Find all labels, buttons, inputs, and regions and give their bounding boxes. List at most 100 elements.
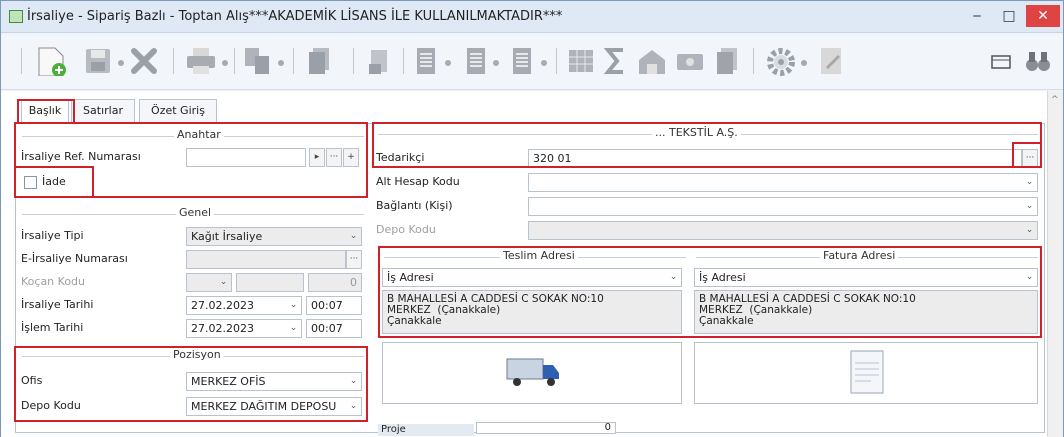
islem-tarihi-label: İşlem Tarihi bbox=[21, 321, 84, 334]
scroll-up-icon[interactable]: ^ bbox=[1051, 95, 1059, 105]
chevron-down-icon[interactable]: ⌄ bbox=[286, 320, 301, 337]
title-bar: İrsaliye - Sipariş Bazlı - Toptan Alış**… bbox=[1, 1, 1063, 33]
irsaliye-tarihi-input[interactable]: 27.02.2023 ⌄ bbox=[186, 296, 302, 315]
report-icon[interactable] bbox=[413, 46, 439, 76]
maximize-button[interactable]: □ bbox=[995, 5, 1023, 27]
invoice-image-box[interactable] bbox=[694, 342, 1038, 404]
chevron-down-icon: ⌄ bbox=[349, 231, 358, 241]
fatura-address-text[interactable]: B MAHALLESİ A CADDESİ C SOKAK NO:10 MERK… bbox=[694, 290, 1038, 334]
ofis-label: Ofis bbox=[21, 374, 43, 387]
add-icon[interactable]: + bbox=[343, 148, 359, 167]
stack-icon[interactable] bbox=[713, 46, 741, 76]
irsaliye-tarihi-label: İrsaliye Tarihi bbox=[21, 298, 94, 311]
list-icon[interactable] bbox=[463, 46, 489, 76]
chevron-down-icon: ⌄ bbox=[219, 277, 228, 287]
chevron-down-icon: ⌄ bbox=[349, 401, 358, 411]
fatura-title: Fatura Adresi bbox=[820, 249, 899, 262]
grid-icon[interactable] bbox=[567, 46, 595, 76]
iade-label: İade bbox=[42, 175, 66, 188]
window-app-icon bbox=[9, 10, 23, 23]
tedarikci-input[interactable]: 320 01 bbox=[528, 149, 1022, 168]
application-window: İrsaliye - Sipariş Bazlı - Toptan Alış**… bbox=[0, 0, 1064, 437]
irsaliye-tarihi-value: 27.02.2023 bbox=[191, 299, 254, 312]
genel-title: Genel bbox=[176, 206, 215, 219]
toolbar-separator bbox=[556, 48, 557, 74]
fatura-type-select[interactable]: İş Adresi ⌄ bbox=[694, 268, 1038, 287]
e-irsaliye-input[interactable] bbox=[186, 250, 346, 269]
teslim-address-text[interactable]: B MAHALLESİ A CADDESİ C SOKAK NO:10 MERK… bbox=[382, 290, 682, 334]
window-layout-icon[interactable] bbox=[989, 46, 1013, 76]
money-icon[interactable] bbox=[675, 46, 705, 76]
teslim-type-select[interactable]: İş Adresi ⌄ bbox=[382, 268, 682, 287]
islem-tarihi-input[interactable]: 27.02.2023 ⌄ bbox=[186, 319, 302, 338]
toolbar bbox=[1, 34, 1063, 90]
iade-checkbox[interactable] bbox=[24, 176, 37, 189]
warehouse-icon[interactable] bbox=[637, 46, 667, 76]
print-dropdown-icon[interactable] bbox=[222, 60, 228, 66]
settings-gear-icon[interactable] bbox=[765, 46, 797, 76]
alt-hesap-label: Alt Hesap Kodu bbox=[376, 175, 460, 188]
tedarikci-label: Tedarikçi bbox=[376, 151, 425, 164]
close-button[interactable]: ✕ bbox=[1026, 5, 1060, 27]
baglanti-label: Bağlantı (Kişi) bbox=[376, 199, 453, 212]
teslim-type-value: İş Adresi bbox=[387, 271, 434, 284]
ofis-select[interactable]: MERKEZ OFİS ⌄ bbox=[186, 372, 362, 391]
kocan-kodu-select: ⌄ bbox=[186, 273, 232, 292]
tab-ozet-giris[interactable]: Özet Giriş bbox=[139, 99, 217, 123]
minimize-button[interactable]: ‒ bbox=[963, 5, 991, 27]
tab-satirlar[interactable]: Satırlar bbox=[71, 99, 135, 123]
irsaliye-tipi-value: Kağıt İrsaliye bbox=[191, 230, 263, 243]
browse-icon[interactable]: ··· bbox=[326, 148, 342, 167]
baglanti-select[interactable]: ⌄ bbox=[528, 197, 1038, 216]
chevron-down-icon: ⌄ bbox=[349, 376, 358, 386]
chevron-down-icon: ⌄ bbox=[1025, 272, 1034, 282]
supplier-browse-icon[interactable]: ··· bbox=[1022, 149, 1038, 168]
irsaliye-tipi-select[interactable]: Kağıt İrsaliye ⌄ bbox=[186, 227, 362, 246]
delete-icon[interactable] bbox=[129, 46, 159, 76]
toolbar-separator bbox=[173, 48, 174, 74]
tab-baslik[interactable]: Başlık bbox=[21, 99, 69, 124]
browse-icon[interactable]: ··· bbox=[346, 250, 362, 269]
print-icon[interactable] bbox=[185, 46, 217, 76]
binoculars-icon[interactable] bbox=[1023, 46, 1053, 76]
vertical-scrollbar[interactable]: ^ bbox=[1047, 91, 1063, 437]
form-body: Başlık Satırlar Özet Giriş Anahtar İrsal… bbox=[1, 91, 1063, 437]
ref-number-label: İrsaliye Ref. Numarası bbox=[21, 150, 141, 163]
document-icon[interactable] bbox=[509, 46, 535, 76]
supplier-title: ... TEKSTİL A.Ş. bbox=[652, 126, 741, 139]
pages-icon[interactable] bbox=[305, 46, 333, 76]
shipment-image-box[interactable] bbox=[382, 342, 682, 404]
attachment-icon[interactable] bbox=[365, 46, 393, 76]
save-icon[interactable] bbox=[83, 46, 113, 76]
chevron-down-icon[interactable]: ⌄ bbox=[286, 297, 301, 314]
sum-icon[interactable] bbox=[603, 46, 629, 76]
toolbar-separator bbox=[21, 48, 22, 74]
settings-dropdown-icon[interactable] bbox=[801, 60, 807, 66]
teslim-title: Teslim Adresi bbox=[500, 249, 578, 262]
depo-kodu-select[interactable]: MERKEZ DAĞITIM DEPOSU ⌄ bbox=[186, 397, 362, 416]
list-dropdown-icon[interactable] bbox=[493, 60, 499, 66]
kocan-seri-input bbox=[236, 273, 304, 292]
report-dropdown-icon[interactable] bbox=[445, 60, 451, 66]
islem-saati-input[interactable]: 00:07 bbox=[306, 319, 362, 338]
invoice-document-icon bbox=[850, 350, 884, 394]
save-dropdown-icon[interactable] bbox=[118, 60, 124, 66]
anahtar-title: Anahtar bbox=[174, 128, 224, 141]
irsaliye-saati-input[interactable]: 00:07 bbox=[306, 296, 362, 315]
chevron-down-icon: ⌄ bbox=[1025, 177, 1034, 187]
new-document-icon[interactable] bbox=[35, 46, 69, 76]
edit-document-icon[interactable] bbox=[817, 46, 847, 76]
copy-document-icon[interactable] bbox=[243, 46, 273, 76]
copy-dropdown-icon[interactable] bbox=[278, 60, 284, 66]
next-icon[interactable]: ▸ bbox=[309, 148, 325, 167]
proje-input[interactable]: 0 bbox=[476, 422, 616, 434]
document-dropdown-icon[interactable] bbox=[541, 60, 547, 66]
alt-hesap-select[interactable]: ⌄ bbox=[528, 173, 1038, 192]
chevron-down-icon: ⌄ bbox=[1025, 201, 1034, 211]
depo-kodu-value: MERKEZ DAĞITIM DEPOSU bbox=[191, 400, 337, 413]
kocan-kodu-label: Koçan Kodu bbox=[21, 275, 86, 288]
ofis-value: MERKEZ OFİS bbox=[191, 375, 266, 388]
irsaliye-tipi-label: İrsaliye Tipi bbox=[21, 229, 84, 242]
header-panel: Anahtar İrsaliye Ref. Numarası ▸ ··· + İ… bbox=[14, 122, 1045, 436]
ref-number-input[interactable] bbox=[186, 148, 306, 167]
